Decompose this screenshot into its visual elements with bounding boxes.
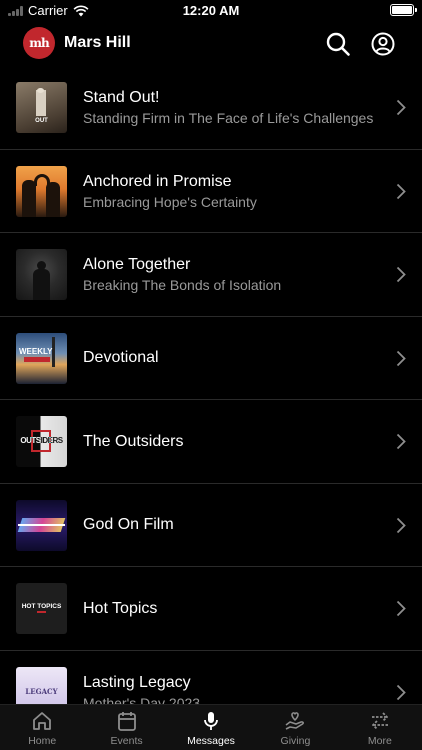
swap-arrows-icon <box>371 712 388 730</box>
message-subtitle: Standing Firm in The Face of Life's Chal… <box>83 110 374 126</box>
series-thumbnail <box>16 249 67 300</box>
series-thumbnail: OUTSIDERS <box>16 416 67 467</box>
calendar-icon <box>117 712 136 731</box>
list-item[interactable]: OUTSIDERS The Outsiders <box>0 400 422 484</box>
tab-label: Giving <box>280 735 311 747</box>
tab-label: More <box>367 735 392 747</box>
tab-giving[interactable]: Giving <box>253 705 337 750</box>
list-item[interactable]: LEGACY Lasting Legacy Mother's Day 2023 <box>0 651 422 705</box>
tab-home[interactable]: Home <box>0 705 84 750</box>
list-item[interactable]: WEEKLY Devotional <box>0 317 422 400</box>
list-item[interactable]: Anchored in Promise Embracing Hope's Cer… <box>0 150 422 233</box>
thumbnail-caption: LEGACY <box>25 686 58 696</box>
status-time: 12:20 AM <box>182 3 240 18</box>
chevron-right-icon <box>396 600 406 617</box>
messages-list[interactable]: OUT Stand Out! Standing Firm in The Face… <box>0 66 422 704</box>
series-thumbnail: WEEKLY <box>16 332 67 384</box>
message-subtitle: Mother's Day 2023 <box>83 694 201 705</box>
tab-events[interactable]: Events <box>84 705 168 750</box>
message-title: Alone Together <box>83 256 191 273</box>
search-icon[interactable] <box>325 31 351 57</box>
chevron-right-icon <box>396 266 406 283</box>
message-title: Anchored in Promise <box>83 172 232 190</box>
list-item[interactable]: God On Film <box>0 484 422 567</box>
list-item[interactable]: HOT TOPICS Hot Topics <box>0 567 422 651</box>
giving-hand-icon <box>285 712 305 730</box>
series-thumbnail: OUT <box>16 82 67 133</box>
account-icon[interactable] <box>370 31 396 57</box>
message-title: Devotional <box>83 349 159 366</box>
tab-label: Messages <box>187 735 235 747</box>
chevron-right-icon <box>396 433 406 450</box>
list-item[interactable]: Alone Together Breaking The Bonds of Iso… <box>0 233 422 317</box>
message-title: Hot Topics <box>83 599 158 617</box>
thumbnail-caption: OUT <box>35 118 48 124</box>
chevron-right-icon <box>396 350 406 366</box>
app-title: Mars Hill <box>64 34 131 51</box>
message-title: Stand Out! <box>83 89 160 106</box>
tab-more[interactable]: More <box>338 705 422 750</box>
message-title: God On Film <box>83 516 174 533</box>
chevron-right-icon <box>396 99 406 116</box>
thumbnail-caption: HOT TOPICS <box>21 603 62 610</box>
microphone-icon <box>204 712 218 730</box>
status-bar: Carrier 12:20 AM <box>0 0 422 22</box>
app-logo: mh <box>23 27 55 59</box>
message-title: The Outsiders <box>83 432 184 450</box>
thumbnail-caption: OUTSIDERS <box>20 436 63 445</box>
tab-bar: Home Events Messages Giving More <box>0 704 422 750</box>
chevron-right-icon <box>396 517 406 533</box>
tab-label: Home <box>28 735 57 747</box>
chevron-right-icon <box>396 684 406 700</box>
message-title: Lasting Legacy <box>83 673 191 691</box>
series-thumbnail: LEGACY <box>16 666 67 704</box>
series-thumbnail: HOT TOPICS <box>16 583 67 634</box>
tab-messages[interactable]: Messages <box>169 705 253 750</box>
nav-bar: mh Mars Hill <box>0 22 422 66</box>
series-thumbnail <box>16 165 67 217</box>
battery-icon <box>390 4 417 16</box>
tab-label: Events <box>110 735 143 747</box>
series-thumbnail <box>16 499 67 551</box>
message-subtitle: Breaking The Bonds of Isolation <box>83 277 282 293</box>
home-icon <box>33 712 52 730</box>
chevron-right-icon <box>396 183 406 199</box>
list-item[interactable]: OUT Stand Out! Standing Firm in The Face… <box>0 66 422 150</box>
message-subtitle: Embracing Hope's Certainty <box>83 193 257 210</box>
thumbnail-caption: WEEKLY <box>19 346 53 356</box>
